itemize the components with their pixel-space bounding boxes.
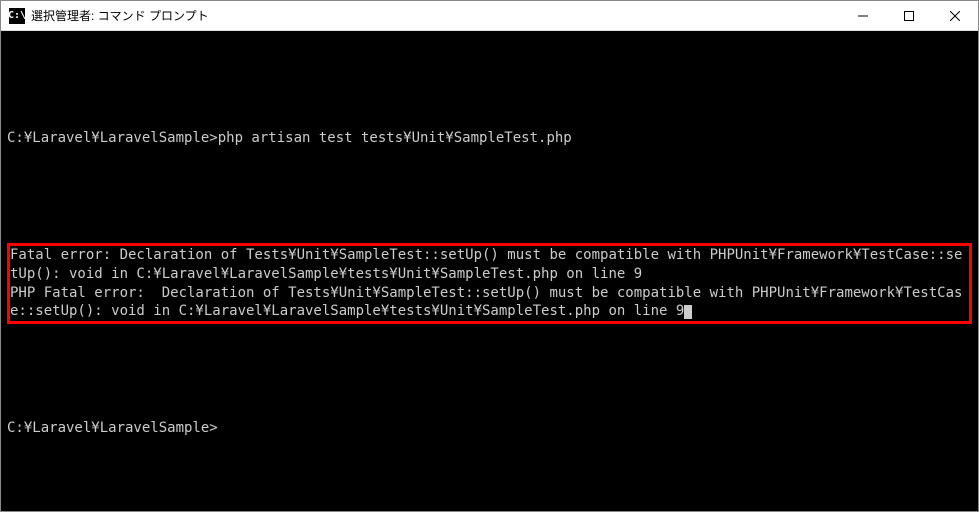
window-controls: [840, 1, 978, 30]
maximize-icon: [904, 11, 914, 21]
cmd-icon-text: C:\: [8, 10, 26, 21]
blank-line: [7, 186, 972, 205]
prompt-line: C:¥Laravel¥LaravelSample>: [7, 419, 972, 438]
window-title: 選択管理者: コマンド プロンプト: [31, 7, 209, 24]
error-highlight: Fatal error: Declaration of Tests¥Unit¥S…: [7, 243, 972, 325]
blank-line: [7, 362, 972, 381]
maximize-button[interactable]: [886, 1, 932, 30]
blank-line: [7, 73, 972, 92]
cursor: [684, 305, 692, 319]
titlebar: C:\ 選択管理者: コマンド プロンプト: [1, 1, 978, 31]
titlebar-left: C:\ 選択管理者: コマンド プロンプト: [1, 7, 840, 24]
minimize-button[interactable]: [840, 1, 886, 30]
terminal-area[interactable]: C:¥Laravel¥LaravelSample>php artisan tes…: [1, 31, 978, 511]
close-icon: [950, 11, 960, 21]
close-button[interactable]: [932, 1, 978, 30]
error-text: Fatal error: Declaration of Tests¥Unit¥S…: [10, 247, 962, 320]
cmd-icon: C:\: [9, 8, 25, 24]
command-prompt-window: C:\ 選択管理者: コマンド プロンプト: [0, 0, 979, 512]
command-line: C:¥Laravel¥LaravelSample>php artisan tes…: [7, 129, 972, 148]
minimize-icon: [858, 11, 868, 21]
